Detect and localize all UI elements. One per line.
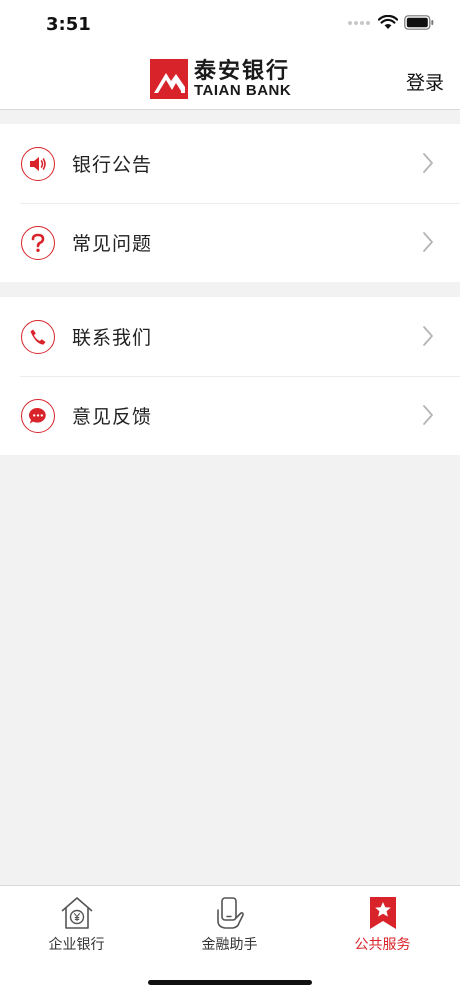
- chevron-right-icon: [423, 326, 433, 346]
- status-time: 3:51: [46, 14, 91, 35]
- star-bookmark-icon: [369, 897, 396, 929]
- battery-icon: [404, 15, 434, 30]
- phone-hand-icon: [216, 897, 244, 929]
- logo-chinese-name: 泰安银行: [194, 58, 291, 84]
- tab-label: 企业银行: [48, 937, 105, 953]
- menu-item-label: 常见问题: [72, 233, 153, 255]
- phone-icon: [21, 319, 55, 354]
- status-bar: 3:51: [0, 0, 460, 48]
- login-button[interactable]: 登录: [406, 68, 444, 95]
- tab-finance-assistant[interactable]: 金融助手: [153, 886, 306, 962]
- bank-logo: 泰安银行 TAIAN BANK: [150, 58, 291, 100]
- menu-item-feedback[interactable]: 意见反馈: [0, 376, 460, 455]
- menu-item-bank-announcement[interactable]: 银行公告: [0, 124, 460, 203]
- house-yen-icon: [60, 897, 93, 929]
- tab-enterprise-banking[interactable]: 企业银行: [0, 886, 153, 962]
- tab-public-services[interactable]: 公共服务: [306, 886, 459, 962]
- menu-item-label: 银行公告: [72, 154, 153, 176]
- menu-item-faq[interactable]: 常见问题: [0, 203, 460, 282]
- menu-item-label: 联系我们: [72, 327, 153, 349]
- logo-english-name: TAIAN BANK: [194, 82, 292, 99]
- tab-label: 金融助手: [201, 937, 258, 953]
- chat-bubble-icon: [21, 398, 55, 433]
- wifi-icon: [378, 15, 398, 29]
- home-indicator: [148, 980, 312, 985]
- chevron-right-icon: [423, 232, 433, 252]
- menu-item-label: 意见反馈: [72, 406, 153, 428]
- tab-label: 公共服务: [354, 937, 411, 953]
- status-indicators: [348, 15, 434, 30]
- speaker-icon: [21, 146, 55, 181]
- menu-group-info: 银行公告 常见问题: [0, 124, 460, 282]
- question-icon: [21, 225, 55, 260]
- menu-item-contact-us[interactable]: 联系我们: [0, 297, 460, 376]
- chevron-right-icon: [423, 153, 433, 173]
- chevron-right-icon: [423, 405, 433, 425]
- signal-icon: [348, 20, 370, 25]
- bank-logo-icon: [150, 59, 188, 99]
- app-header: 泰安银行 TAIAN BANK 登录: [0, 48, 460, 110]
- menu-group-contact: 联系我们 意见反馈: [0, 297, 460, 455]
